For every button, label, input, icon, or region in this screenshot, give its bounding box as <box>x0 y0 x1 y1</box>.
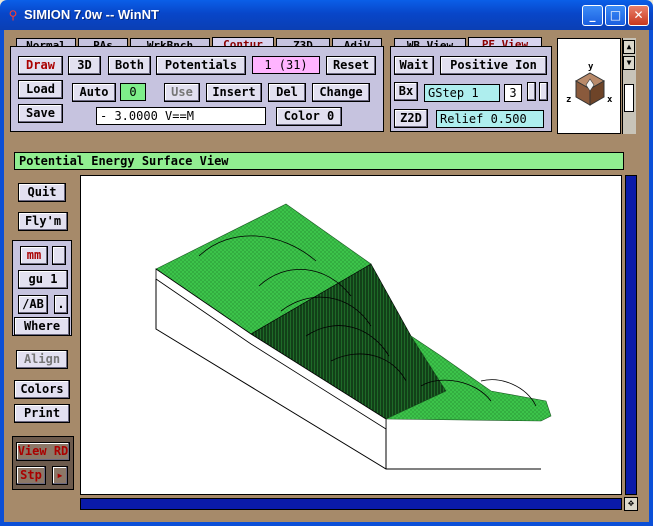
use-button[interactable]: Use <box>164 83 200 102</box>
mm-button[interactable]: mm <box>20 246 48 265</box>
3d-button[interactable]: 3D <box>68 56 101 75</box>
window-frame-bottom <box>0 522 653 526</box>
bx-button[interactable]: Bx <box>394 82 418 101</box>
y-axis-label: y <box>588 62 594 72</box>
maximize-button[interactable]: □ <box>605 5 626 26</box>
orientation-slider[interactable] <box>624 84 634 112</box>
stp-button[interactable]: Stp <box>16 466 46 485</box>
z-axis-label: z <box>566 95 571 105</box>
flym-button[interactable]: Fly'm <box>18 212 68 231</box>
minimize-button[interactable]: _ <box>582 5 603 26</box>
gu-button[interactable]: gu 1 <box>18 270 68 289</box>
wait-button[interactable]: Wait <box>394 56 434 75</box>
mm-toggle-button[interactable] <box>52 246 66 265</box>
auto-value-field[interactable]: 0 <box>120 83 146 101</box>
window-title: SIMION 7.0w -- WinNT <box>24 7 159 22</box>
view-title-bar: Potential Energy Surface View <box>14 152 624 170</box>
insert-button[interactable]: Insert <box>206 83 262 102</box>
contour-index-field[interactable]: 1 (31) <box>252 56 320 74</box>
scroll-up-icon[interactable]: ▲ <box>623 40 635 54</box>
pe-surface-plot <box>155 203 552 470</box>
align-button[interactable]: Align <box>16 350 68 369</box>
orientation-cube-icon: y z x <box>566 62 613 106</box>
potentials-button[interactable]: Potentials <box>156 56 246 75</box>
orientation-widget[interactable]: y z x <box>557 38 621 134</box>
auto-button[interactable]: Auto <box>72 83 116 102</box>
dot-button[interactable]: . <box>54 295 68 314</box>
app-icon[interactable]: ⚲ <box>6 8 20 22</box>
print-button[interactable]: Print <box>14 404 70 423</box>
gstep-field[interactable]: GStep 1 <box>424 84 500 102</box>
relief-field[interactable]: Relief 0.500 <box>436 110 544 128</box>
gstep-number-field[interactable]: 3 <box>504 84 522 102</box>
view-rd-button[interactable]: View RD <box>16 442 70 461</box>
view-horizontal-scrollbar[interactable] <box>80 498 622 510</box>
both-button[interactable]: Both <box>108 56 151 75</box>
gstep-down-button[interactable] <box>539 82 548 101</box>
draw-button[interactable]: Draw <box>18 56 63 75</box>
where-button[interactable]: Where <box>14 317 70 336</box>
color-button[interactable]: Color 0 <box>276 107 342 126</box>
ab-button[interactable]: /AB <box>18 295 48 314</box>
window-frame-right <box>649 30 653 526</box>
scroll-down-icon[interactable]: ▼ <box>623 56 635 70</box>
pe-surface-view[interactable] <box>80 175 622 495</box>
gstep-up-button[interactable] <box>527 82 536 101</box>
view-vertical-scrollbar[interactable] <box>625 175 637 495</box>
x-axis-label: x <box>607 95 613 105</box>
move-icon[interactable]: ✥ <box>624 497 638 511</box>
load-button[interactable]: Load <box>18 80 63 99</box>
save-button[interactable]: Save <box>18 104 63 123</box>
quit-button[interactable]: Quit <box>18 183 66 202</box>
ion-type-button[interactable]: Positive Ion <box>440 56 547 75</box>
stp-arrow-button[interactable]: ▸ <box>52 466 68 485</box>
reset-button[interactable]: Reset <box>326 56 376 75</box>
close-button[interactable]: ✕ <box>628 5 649 26</box>
change-button[interactable]: Change <box>312 83 370 102</box>
colors-button[interactable]: Colors <box>14 380 70 399</box>
z2d-button[interactable]: Z2D <box>394 109 428 128</box>
del-button[interactable]: Del <box>268 83 306 102</box>
contour-level-field[interactable]: - 3.0000 V==M <box>96 107 266 125</box>
